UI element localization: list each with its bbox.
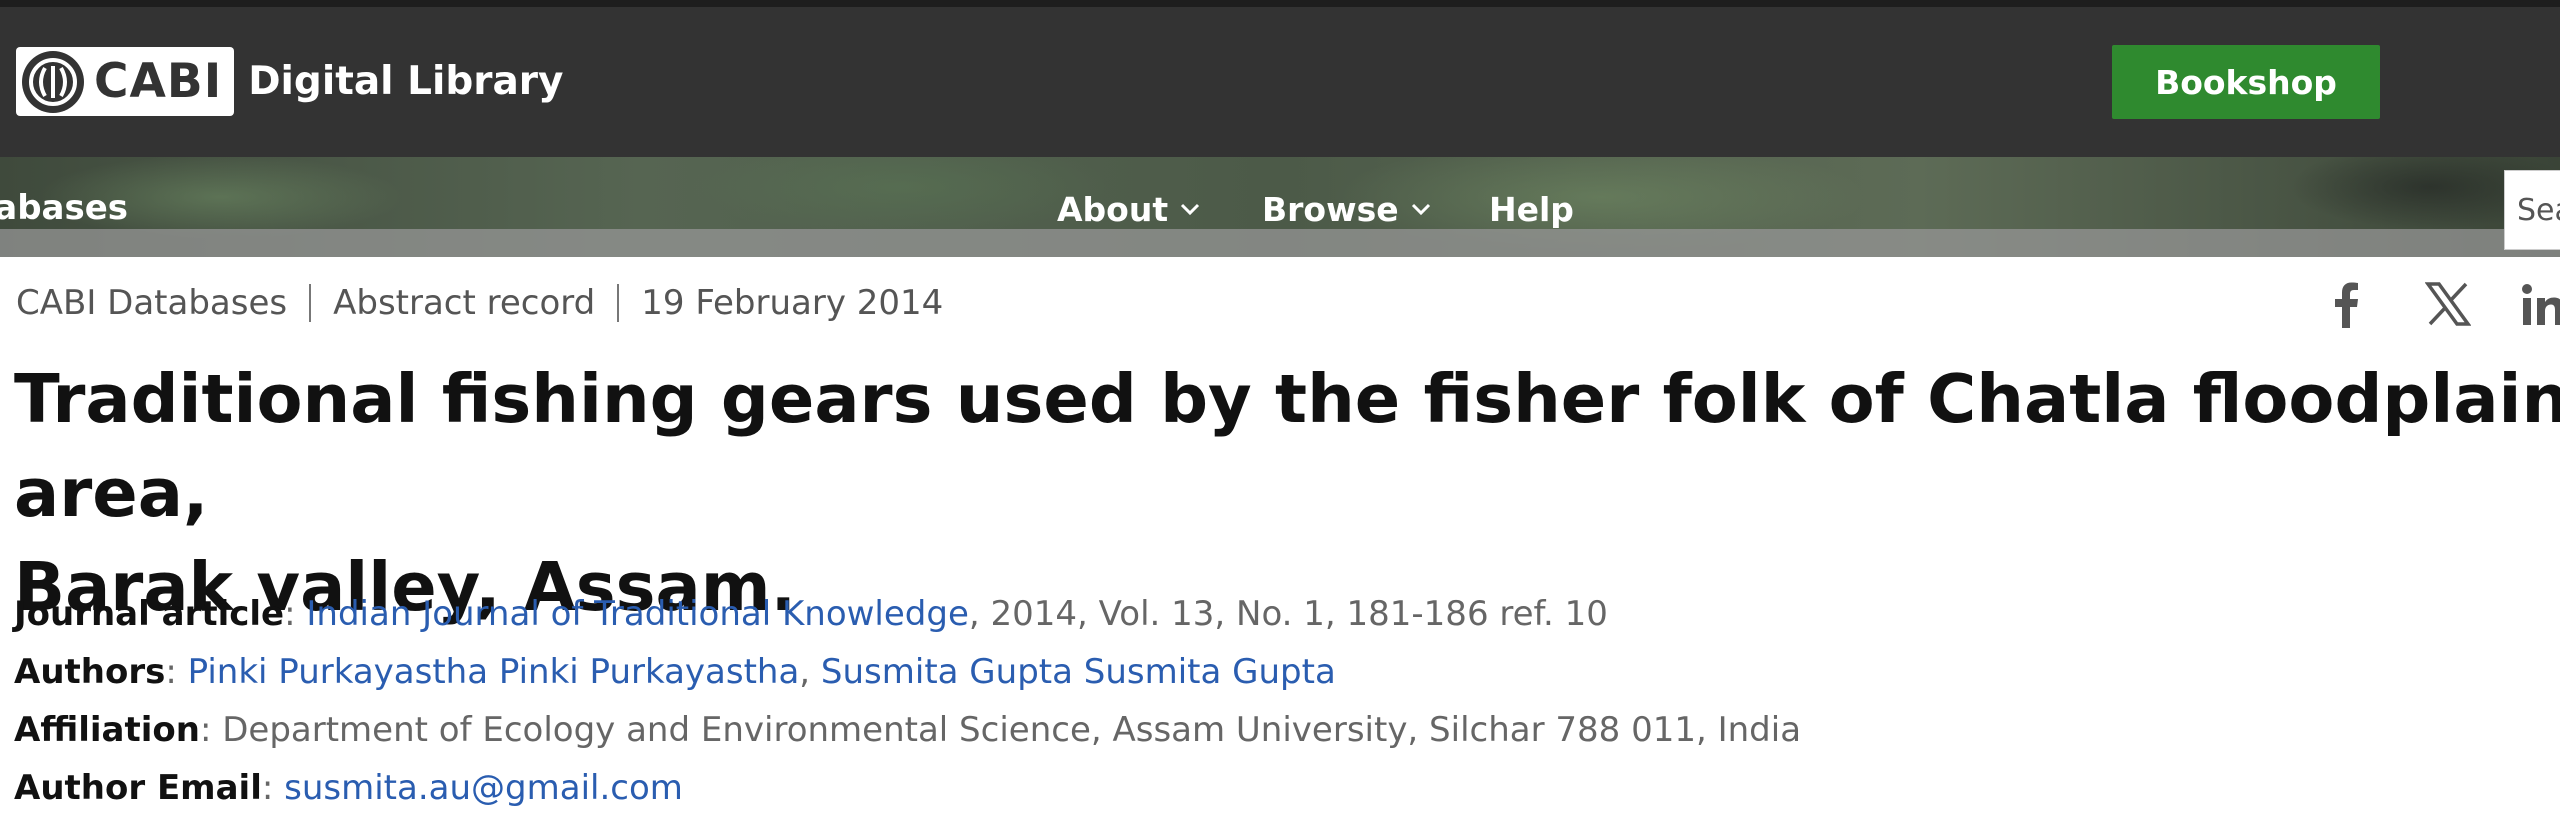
breadcrumb-item-date: 19 February 2014 [641, 283, 944, 323]
bookshop-button[interactable]: Bookshop [2112, 45, 2380, 119]
journal-line: Journal article: Indian Journal of Tradi… [14, 594, 1608, 634]
nav-about-label: About [1057, 190, 1169, 229]
page: CABI Digital Library Bookshop tabases Ab… [0, 0, 2560, 834]
author-link-2[interactable]: Susmita Gupta Susmita Gupta [821, 652, 1336, 692]
article-title-line-1: Traditional fishing gears used by the fi… [14, 360, 2560, 532]
nav-browse-label: Browse [1262, 190, 1399, 229]
author-link-1[interactable]: Pinki Purkayastha Pinki Purkayastha [188, 652, 800, 692]
affiliation-label: Affiliation [14, 710, 200, 750]
linkedin-icon[interactable] [2514, 276, 2560, 332]
breadcrumb-separator [309, 284, 312, 322]
affiliation-line: Affiliation: Department of Ecology and E… [14, 710, 1802, 750]
authors-label: Authors [14, 652, 166, 692]
site-logo-link[interactable]: CABI Digital Library [16, 47, 563, 116]
header-edge [0, 0, 2560, 7]
cabi-logo: CABI [16, 47, 235, 116]
email-line: Author Email: susmita.au@gmail.com [14, 768, 683, 808]
cabi-logo-icon [22, 50, 84, 113]
chevron-down-icon [1411, 199, 1433, 221]
nav-browse-menu[interactable]: Browse [1262, 190, 1433, 229]
nav-about-menu[interactable]: About [1057, 190, 1202, 229]
authors-line: Authors: Pinki Purkayastha Pinki Purkaya… [14, 652, 1336, 692]
nav-banner-shade [0, 229, 2560, 257]
email-link[interactable]: susmita.au@gmail.com [284, 768, 683, 808]
chevron-down-icon [1180, 199, 1202, 221]
breadcrumb: CABI Databases Abstract record 19 Februa… [16, 283, 943, 323]
affiliation-value: Department of Ecology and Environmental … [222, 710, 1802, 750]
search-input[interactable]: Sea [2504, 170, 2560, 250]
facebook-icon[interactable] [2318, 276, 2374, 332]
article-title: Traditional fishing gears used by the fi… [14, 352, 2560, 634]
nav-databases-link[interactable]: tabases [0, 188, 128, 228]
breadcrumb-item-databases[interactable]: CABI Databases [16, 283, 287, 323]
journal-link[interactable]: Indian Journal of Traditional Knowledge [306, 594, 969, 634]
site-name: Digital Library [248, 59, 564, 104]
breadcrumb-item-record-type: Abstract record [333, 283, 596, 323]
breadcrumb-separator [617, 284, 620, 322]
email-label: Author Email [14, 768, 262, 808]
nav-help-link[interactable]: Help [1489, 190, 1574, 229]
x-icon[interactable] [2420, 276, 2476, 332]
journal-details: , 2014, Vol. 13, No. 1, 181-186 ref. 10 [968, 594, 1608, 634]
logo-text: CABI [94, 54, 223, 109]
search-placeholder: Sea [2517, 192, 2560, 228]
nav-help-label: Help [1489, 190, 1574, 229]
site-header: CABI Digital Library Bookshop [0, 0, 2560, 157]
journal-label: Journal article [14, 594, 285, 634]
